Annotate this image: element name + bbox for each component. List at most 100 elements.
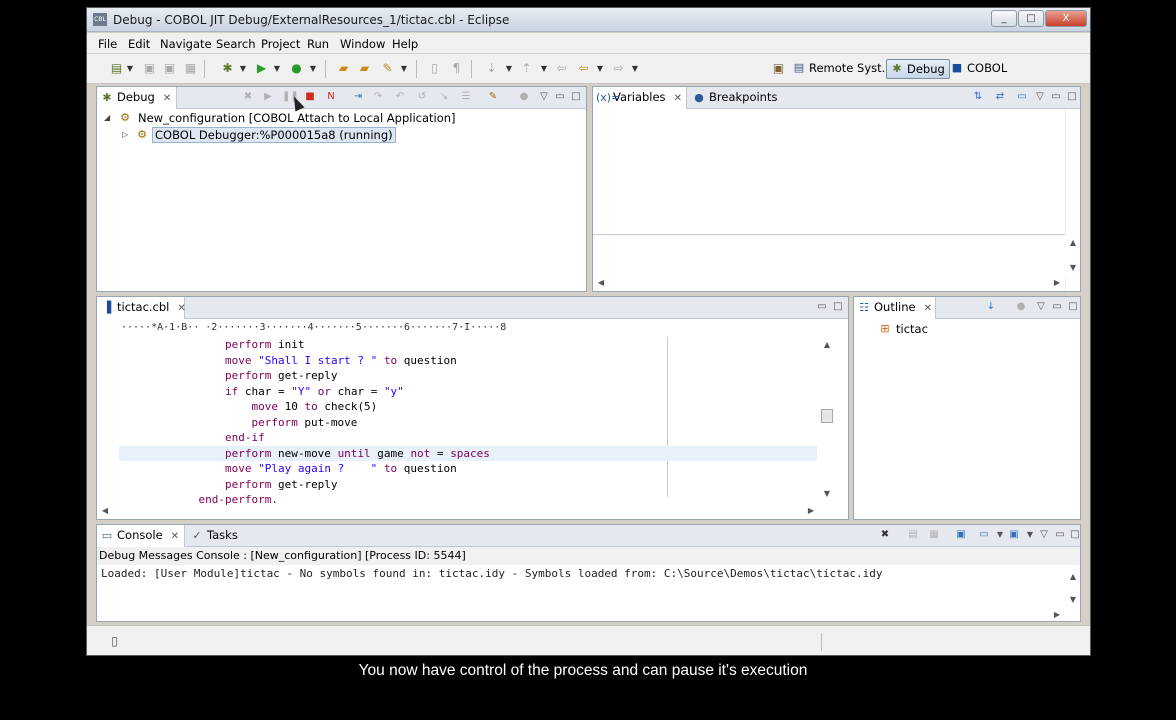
save-icon[interactable]: ▣ <box>142 61 157 76</box>
tab-console[interactable]: ▭ Console ✕ <box>97 525 185 547</box>
drop-to-frame-icon[interactable]: ↺ <box>415 90 429 104</box>
chevron-down-icon[interactable]: ▼ <box>993 528 1007 542</box>
perspective-remote-systems[interactable]: ▤ Remote Syst... <box>789 59 893 79</box>
forward-icon[interactable]: ⇨ <box>611 61 626 76</box>
show-type-names-icon[interactable]: ⇅ <box>971 90 985 104</box>
instruction-step-icon[interactable]: ✎ <box>486 90 500 104</box>
view-menu-tools-icon[interactable]: ● <box>1014 300 1028 314</box>
run-icon[interactable]: ▶ <box>254 61 269 76</box>
next-annotation-icon[interactable]: ⇣ <box>484 61 499 76</box>
minimize-view-icon[interactable]: ▭ <box>815 300 829 314</box>
menu-project[interactable]: Project <box>261 37 300 51</box>
new-wizard-icon[interactable]: ▤ <box>109 61 124 76</box>
left-arrow-icon[interactable]: ◀ <box>595 278 607 287</box>
menu-edit[interactable]: Edit <box>128 37 150 51</box>
display-console-icon[interactable]: ▭ <box>977 528 991 542</box>
chevron-down-icon[interactable]: ▼ <box>596 61 604 76</box>
code-line[interactable]: perform new-move until game not = spaces <box>119 445 817 461</box>
minimize-view-icon[interactable]: ▭ <box>1049 90 1063 104</box>
perspective-debug[interactable]: ✱ Debug <box>886 59 950 79</box>
code-line[interactable]: perform init <box>119 337 817 353</box>
close-icon[interactable]: ✕ <box>171 526 179 547</box>
editor-horizontal-scrollbar[interactable]: ◀ ▶ <box>97 505 819 519</box>
build-icon[interactable]: ✎ <box>380 61 395 76</box>
close-window-button[interactable]: X <box>1045 10 1087 27</box>
disconnect-icon[interactable]: N <box>324 90 338 104</box>
maximize-view-icon[interactable]: □ <box>831 300 845 314</box>
open-folder-icon[interactable]: ▰ <box>336 61 351 76</box>
code-line[interactable]: move 10 to check(5) <box>119 399 817 415</box>
open-file-icon[interactable]: ▰ <box>357 61 372 76</box>
scrollbar-thumb[interactable] <box>821 409 833 423</box>
perspective-cobol[interactable]: ■ COBOL <box>947 59 1007 79</box>
collapsed-triangle-icon[interactable]: ▷ <box>122 130 128 139</box>
code-line[interactable]: end-if <box>119 430 817 446</box>
chevron-down-icon[interactable]: ▼ <box>631 61 639 76</box>
tab-debug[interactable]: ✱ Debug ✕ <box>97 87 177 109</box>
tab-outline[interactable]: ☷ Outline ✕ <box>854 297 936 319</box>
console-output[interactable]: Loaded: [User Module]tictac - No symbols… <box>101 567 882 580</box>
down-arrow-icon[interactable]: ▼ <box>821 489 833 498</box>
view-menu-icon[interactable]: ▽ <box>1034 300 1048 314</box>
maximize-view-icon[interactable]: □ <box>1068 528 1080 542</box>
down-arrow-icon[interactable]: ▼ <box>1067 263 1079 272</box>
view-menu-icon[interactable]: ▽ <box>1037 528 1051 542</box>
console-vertical-scrollbar[interactable]: ▲ ▼ <box>1065 569 1080 609</box>
code-line[interactable]: perform get-reply <box>119 477 817 493</box>
open-console-icon[interactable]: ▣ <box>1007 528 1021 542</box>
code-line[interactable]: perform put-move <box>119 415 817 431</box>
menu-file[interactable]: File <box>98 37 117 51</box>
chevron-down-icon[interactable]: ▼ <box>126 61 134 76</box>
editor-vertical-scrollbar[interactable]: ▲ ▼ <box>819 337 835 505</box>
expanded-triangle-icon[interactable]: ◢ <box>104 113 110 122</box>
minimize-button[interactable]: _ <box>991 10 1017 27</box>
menu-help[interactable]: Help <box>392 37 418 51</box>
fast-view-icon[interactable]: ▯ <box>107 634 122 649</box>
external-tools-icon[interactable]: ● <box>289 61 304 76</box>
clear-console-icon[interactable]: ▤ <box>906 528 920 542</box>
minimize-view-icon[interactable]: ▭ <box>1053 528 1067 542</box>
show-whitespace-icon[interactable]: ¶ <box>449 61 464 76</box>
up-arrow-icon[interactable]: ▲ <box>1067 572 1079 581</box>
step-into-icon[interactable]: ⇥ <box>351 90 365 104</box>
pin-console-icon[interactable]: ▣ <box>954 528 968 542</box>
terminate-icon[interactable]: ■ <box>303 90 317 104</box>
chevron-down-icon[interactable]: ▼ <box>309 61 317 76</box>
code-line[interactable]: move "Play again ? " to question <box>119 461 817 477</box>
chevron-down-icon[interactable]: ▼ <box>1023 528 1037 542</box>
use-step-filters-icon[interactable]: ↘ <box>437 90 451 104</box>
minimize-view-icon[interactable]: ▭ <box>553 90 567 104</box>
collapse-all-icon[interactable]: ▭ <box>1015 90 1029 104</box>
down-arrow-icon[interactable]: ▼ <box>1067 595 1079 604</box>
menu-run[interactable]: Run <box>307 37 329 51</box>
sort-icon[interactable]: ↓ <box>984 300 998 314</box>
toggle-mark-icon[interactable]: ▯ <box>427 61 442 76</box>
back-icon[interactable]: ⇦ <box>576 61 591 76</box>
up-arrow-icon[interactable]: ▲ <box>1067 238 1079 247</box>
maximize-view-icon[interactable]: □ <box>569 90 583 104</box>
minimize-view-icon[interactable]: ▭ <box>1050 300 1064 314</box>
chevron-down-icon[interactable]: ▼ <box>505 61 513 76</box>
terminate-icon[interactable]: ✖ <box>878 528 892 542</box>
open-perspective-icon[interactable]: ▣ <box>771 61 786 76</box>
code-line[interactable]: perform get-reply <box>119 368 817 384</box>
menu-window[interactable]: Window <box>340 37 385 51</box>
save-all-icon[interactable]: ▣ <box>162 61 177 76</box>
show-logical-structure-icon[interactable]: ⇄ <box>993 90 1007 104</box>
step-filters-icon[interactable]: ☰ <box>459 90 473 104</box>
chevron-down-icon[interactable]: ▼ <box>273 61 281 76</box>
view-menu-tools-icon[interactable]: ● <box>517 90 531 104</box>
tab-tasks[interactable]: ✓ Tasks <box>187 525 237 547</box>
scroll-lock-icon[interactable]: ▦ <box>927 528 941 542</box>
title-bar[interactable]: CBL Debug - COBOL JIT Debug/ExternalReso… <box>87 8 1090 32</box>
code-line[interactable]: if char = "Y" or char = "y" <box>119 384 817 400</box>
right-arrow-icon[interactable]: ▶ <box>1051 610 1063 619</box>
resume-icon[interactable]: ▶ <box>261 90 275 104</box>
menu-search[interactable]: Search <box>216 37 256 51</box>
right-arrow-icon[interactable]: ▶ <box>805 506 817 515</box>
tab-variables[interactable]: (x)= Variables ✕ <box>593 87 687 109</box>
console-horizontal-scrollbar[interactable]: ▶ <box>97 610 1065 621</box>
maximize-button[interactable]: □ <box>1018 10 1044 27</box>
tab-tictac-cbl[interactable]: ▐ tictac.cbl ✕ <box>97 297 186 319</box>
close-icon[interactable]: ✕ <box>924 298 932 319</box>
